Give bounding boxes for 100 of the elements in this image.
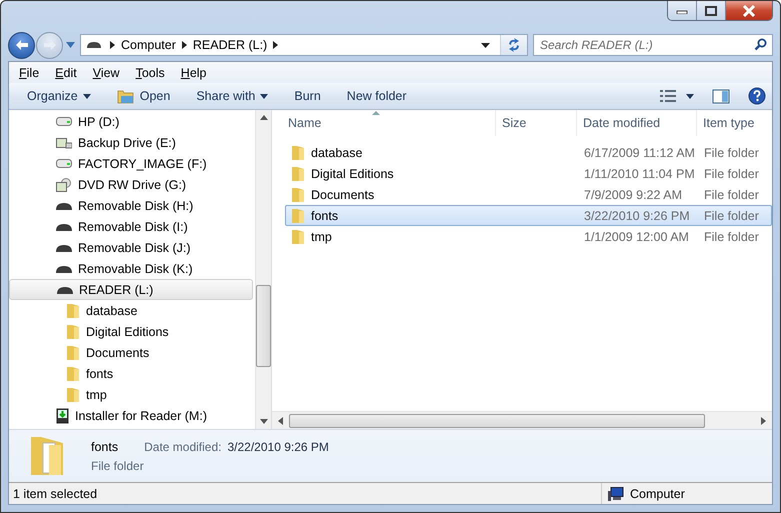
- removable-drive-icon: [56, 244, 72, 252]
- folder-icon: [291, 228, 305, 244]
- search-icon[interactable]: [754, 38, 767, 51]
- help-button[interactable]: [748, 87, 766, 105]
- scrollbar[interactable]: [272, 411, 772, 429]
- type-cell-text: File folder: [703, 208, 760, 222]
- minimize-button[interactable]: [668, 1, 697, 20]
- dropdown-arrow-icon[interactable]: [481, 42, 490, 48]
- folder-icon: [66, 366, 80, 382]
- search-field[interactable]: Search READER (L:): [533, 34, 773, 56]
- breadcrumb[interactable]: Computer: [121, 38, 176, 52]
- folder-icon: [66, 386, 80, 402]
- preview-pane-button[interactable]: [712, 88, 730, 104]
- removable-drive-icon: [56, 222, 72, 230]
- type-cell-text: File folder: [703, 146, 760, 160]
- column-header[interactable]: Name: [272, 110, 496, 136]
- removable-drive-icon: [56, 202, 72, 210]
- removable-drive-icon: [57, 286, 73, 294]
- tree-item[interactable]: DVD RW Drive (G:): [9, 174, 253, 195]
- type-cell-text: File folder: [703, 166, 760, 180]
- tree-item[interactable]: Installer for Reader (M:): [9, 405, 253, 426]
- toolbar-button[interactable]: Open: [108, 84, 178, 108]
- tree-item[interactable]: Backup Drive (E:): [9, 132, 253, 153]
- date-label: Date modified:: [144, 440, 222, 454]
- file-row[interactable]: database 6/17/2009 11:12 AM File folder: [285, 142, 772, 163]
- scroll-right-icon[interactable]: [761, 416, 766, 424]
- tree-item[interactable]: fonts: [9, 363, 253, 384]
- file-name: fonts: [311, 208, 338, 222]
- view-options-button[interactable]: [660, 90, 694, 102]
- address-bar[interactable]: Computer READER (L:): [80, 34, 528, 56]
- breadcrumb[interactable]: READER (L:): [192, 38, 268, 52]
- tree-item[interactable]: READER (L:): [9, 279, 253, 300]
- menu-item[interactable]: View: [84, 66, 128, 80]
- toolbar-button[interactable]: New folder: [338, 84, 415, 108]
- list-view-icon: [660, 90, 676, 102]
- arrow-left-icon: [14, 39, 28, 51]
- column-header[interactable]: Item type: [697, 110, 772, 136]
- toolbar-button[interactable]: Burn: [286, 84, 329, 108]
- maximize-button[interactable]: [697, 1, 726, 20]
- scroll-thumb[interactable]: [256, 285, 271, 367]
- drive-icon: [86, 41, 102, 49]
- item-name: fonts: [91, 440, 118, 454]
- menu-item[interactable]: Help: [172, 66, 214, 80]
- date-cell-text: 1/1/2009 12:00 AM: [583, 230, 690, 244]
- scroll-up-icon[interactable]: [260, 115, 268, 120]
- file-row[interactable]: tmp 1/1/2009 12:00 AM File folder: [285, 226, 772, 247]
- dropdown-arrow-icon: [260, 94, 268, 98]
- help-icon: [748, 87, 766, 105]
- tree-item[interactable]: HP (D:): [9, 111, 253, 132]
- menu-item[interactable]: File: [11, 66, 48, 80]
- folder-icon: [291, 166, 305, 182]
- scroll-down-icon[interactable]: [260, 419, 268, 424]
- tree-item[interactable]: Documents: [9, 342, 253, 363]
- tree-item[interactable]: FACTORY_IMAGE (F:): [9, 153, 253, 174]
- toolbar-button[interactable]: Organize: [19, 84, 99, 108]
- scroll-left-icon[interactable]: [278, 416, 283, 424]
- status-text: 1 item selected: [13, 486, 98, 500]
- date-cell-text: 7/9/2009 9:22 AM: [583, 188, 683, 202]
- scrollbar[interactable]: [255, 110, 271, 429]
- sort-arrow-icon: [372, 111, 380, 115]
- chevron-right-icon[interactable]: [182, 41, 187, 49]
- tree-item[interactable]: Removable Disk (I:): [9, 216, 253, 237]
- chevron-right-icon[interactable]: [110, 41, 115, 49]
- date-cell-text: 6/17/2009 11:12 AM: [583, 146, 696, 160]
- date-cell-text: 1/11/2010 11:04 PM: [583, 166, 696, 180]
- menu-item[interactable]: Tools: [128, 66, 173, 80]
- folder-icon: [66, 302, 80, 318]
- minimize-icon: [676, 8, 688, 14]
- menu-item[interactable]: Edit: [47, 66, 85, 80]
- folder-icon: [116, 88, 135, 104]
- folder-icon: [66, 324, 80, 340]
- folder-icon: [291, 144, 305, 160]
- tree-item[interactable]: database: [9, 300, 253, 321]
- tree-item[interactable]: Digital Editions: [9, 321, 253, 342]
- removable-drive-icon: [56, 264, 72, 272]
- date-value: 3/22/2010 9:26 PM: [227, 440, 329, 454]
- dropdown-arrow-icon: [82, 94, 91, 98]
- type-cell-text: File folder: [703, 230, 760, 244]
- optical-drive-icon: [56, 178, 72, 192]
- refresh-icon: [506, 38, 522, 52]
- tree-item[interactable]: tmp: [9, 384, 253, 405]
- tree-item[interactable]: Removable Disk (J:): [9, 237, 253, 258]
- tree-item[interactable]: Removable Disk (K:): [9, 258, 253, 279]
- file-row[interactable]: Documents 7/9/2009 9:22 AM File folder: [285, 184, 772, 205]
- column-header[interactable]: Size: [496, 110, 577, 136]
- refresh-button[interactable]: [500, 35, 527, 55]
- close-icon: [742, 4, 756, 16]
- toolbar-button[interactable]: Share with: [188, 84, 276, 108]
- chevron-right-icon[interactable]: [273, 41, 278, 49]
- dropdown-arrow-icon: [686, 94, 694, 98]
- scroll-thumb[interactable]: [289, 414, 705, 428]
- close-button[interactable]: [726, 1, 772, 20]
- file-name: tmp: [311, 230, 332, 244]
- zone-label: Computer: [630, 486, 685, 500]
- column-header[interactable]: Date modified: [577, 110, 697, 136]
- pane-icon: [712, 88, 730, 104]
- tree-item[interactable]: Removable Disk (H:): [9, 195, 253, 216]
- back-button[interactable]: [8, 32, 35, 58]
- file-row[interactable]: Digital Editions 1/11/2010 11:04 PM File folder: [285, 163, 772, 184]
- file-row[interactable]: fonts 3/22/2010 9:26 PM File folder: [285, 205, 772, 226]
